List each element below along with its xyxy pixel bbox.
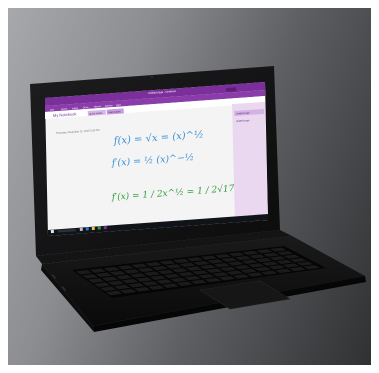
task-view-icon[interactable]	[79, 227, 83, 231]
sign-in-button[interactable]	[226, 87, 237, 92]
webcam	[150, 75, 154, 79]
ribbon-tab-view[interactable]: View	[116, 104, 122, 107]
windows-icon[interactable]	[50, 229, 54, 234]
laptop-screen: Untitled page - OneNote File Home Insert Dr…	[45, 82, 268, 236]
store-icon[interactable]	[97, 226, 101, 230]
gradient-backdrop: Untitled page - OneNote File Home Insert Dr…	[8, 8, 371, 365]
laptop-scene: Untitled page - OneNote File Home Insert Dr…	[30, 66, 366, 332]
edge-icon[interactable]	[85, 227, 89, 231]
image-frame: Untitled page - OneNote File Home Insert Dr…	[0, 0, 379, 373]
folder-icon[interactable]	[91, 226, 95, 231]
onenote-icon[interactable]	[103, 225, 107, 230]
